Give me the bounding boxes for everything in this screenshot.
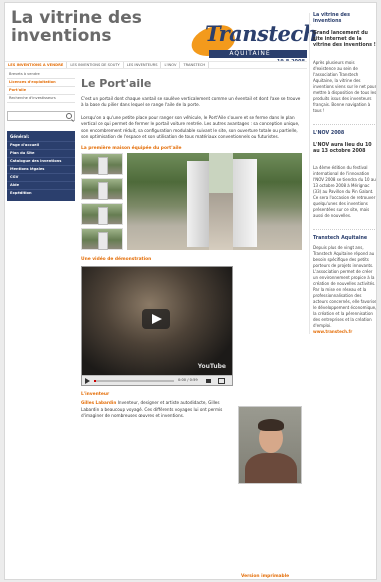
general-item-expedition[interactable]: Expédition xyxy=(7,189,75,197)
print-version-link[interactable]: Version imprimable xyxy=(241,574,289,579)
leftnav-licences[interactable]: Licences d'exploitation xyxy=(7,79,75,87)
right-sidebar: La vitrine des inventions Grand lancemen… xyxy=(309,13,377,335)
inventor-name: Gilles Labardin xyxy=(81,400,117,406)
inventor-paragraph: Gilles Labardin Inventeur, designer et a… xyxy=(81,400,231,419)
page: La vitrine des inventions Transtech AQUI… xyxy=(4,2,377,580)
general-heading: Général: xyxy=(10,134,30,139)
news-subtitle-inov: L'NOV aura lieu du 10 au 13 octobre 2008 xyxy=(313,142,372,154)
gallery-thumbnail[interactable] xyxy=(81,203,123,226)
video-controls: 0:00 / 0:59 xyxy=(82,375,232,386)
volume-icon[interactable] xyxy=(206,379,211,384)
leftnav-portaile[interactable]: Port'aile xyxy=(7,87,75,95)
news-title-transtech: Transtech Aquitaine xyxy=(313,236,368,242)
general-item-catalogue[interactable]: Catalogue des inventions xyxy=(7,157,75,165)
photo-gate-left xyxy=(187,161,209,248)
page-title: Le Port'aile xyxy=(81,77,152,90)
door-image xyxy=(98,182,108,201)
main-photo[interactable] xyxy=(127,153,302,251)
video-label: Une vidéo de démonstration xyxy=(81,257,152,263)
door-image xyxy=(98,232,108,251)
news-body-inov: La 4ème édition du festival internationa… xyxy=(313,165,376,219)
news-body-vitrine: Après plusieurs mois d'existence au sein… xyxy=(313,59,377,113)
nav-transtech[interactable]: TRANSTECH xyxy=(180,62,210,68)
logo-word: Transtech xyxy=(205,21,318,46)
photo-gallery xyxy=(81,153,302,251)
portrait-hair xyxy=(258,419,284,432)
nav-inventions-a-vendre[interactable]: LES INVENTIONS A VENDRE xyxy=(5,62,68,68)
general-item-plan[interactable]: Plan du Site xyxy=(7,149,75,157)
transtech-logo[interactable]: Transtech AQUITAINE 19.8.2008 xyxy=(188,21,318,65)
news-title-vitrine: La vitrine des inventions xyxy=(313,13,350,24)
gallery-thumbnail[interactable] xyxy=(81,178,123,201)
nav-inov[interactable]: L'INOV xyxy=(161,62,181,68)
door-image xyxy=(98,207,108,226)
youtube-logo[interactable]: YouTube xyxy=(198,363,226,370)
description-paragraph-2: Lorsqu'on a qu'une petite place pour ran… xyxy=(81,114,300,140)
logo-subtitle: AQUITAINE xyxy=(229,50,271,57)
search-icon[interactable] xyxy=(66,113,72,119)
search-input[interactable] xyxy=(7,111,75,121)
general-item-mentions[interactable]: Mentions légales xyxy=(7,165,75,173)
leftnav-investisseurs[interactable]: Recherche d'investisseurs xyxy=(7,95,75,103)
control-play-icon[interactable] xyxy=(85,378,90,385)
news-title-inov: L'NOV 2008 xyxy=(313,130,345,136)
door-image xyxy=(98,157,108,176)
video-player[interactable]: YouTube 0:00 / 0:59 xyxy=(81,266,233,387)
top-navigation: LES INVENTIONS A VENDRE LES INVENTIONS D… xyxy=(5,61,307,69)
fullscreen-icon[interactable] xyxy=(218,378,225,385)
inventor-label: L'inventeur xyxy=(81,392,110,398)
left-navigation: Brevets à vendre Licences d'exploitation… xyxy=(7,71,75,121)
gallery-label: La première maison équipée du port'aile xyxy=(81,146,182,152)
description-paragraph-1: C'est un portail dont chaque vantail se … xyxy=(81,96,301,108)
general-item-cgv[interactable]: CGV xyxy=(7,173,75,181)
general-item-aide[interactable]: Aide xyxy=(7,181,75,189)
sidebar-divider xyxy=(313,123,376,125)
gallery-thumbnail[interactable] xyxy=(81,228,123,251)
news-body-transtech: Depuis plus de vingt ans, Transtech Aqui… xyxy=(313,245,377,329)
inventor-section: L'inventeur Gilles Labardin Inventeur, d… xyxy=(81,392,302,485)
portrait-body xyxy=(245,453,297,484)
site-title[interactable]: La vitrine des inventions xyxy=(11,9,161,45)
play-icon[interactable] xyxy=(142,309,170,330)
nav-inventeurs[interactable]: LES INVENTEURS xyxy=(124,62,162,68)
video-progress-fill xyxy=(94,380,96,383)
header: La vitrine des inventions Transtech AQUI… xyxy=(5,3,318,67)
general-menu: Général: Page d'accueil Plan du Site Cat… xyxy=(7,131,75,201)
gallery-thumbnail[interactable] xyxy=(81,153,123,176)
nav-inventions-de-souty[interactable]: LES INVENTIONS DE SOUTY xyxy=(67,62,124,68)
photo-gate-right xyxy=(233,159,257,248)
video-time: 0:00 / 0:59 xyxy=(178,378,198,383)
photo-driveway xyxy=(209,193,233,251)
sidebar-divider xyxy=(313,229,376,231)
transtech-website-link[interactable]: www.transtech.fr xyxy=(313,329,376,334)
main-content: Le Port'aile C'est un portail dont chaqu… xyxy=(81,69,305,485)
news-subtitle-vitrine: Grand lancement du site internet de la v… xyxy=(313,31,376,49)
photo-sky xyxy=(209,153,233,194)
inventor-portrait xyxy=(238,406,302,485)
video-progress-bar[interactable] xyxy=(94,380,174,383)
leftnav-brevets[interactable]: Brevets à vendre xyxy=(7,71,75,79)
general-item-accueil[interactable]: Page d'accueil xyxy=(7,141,75,149)
